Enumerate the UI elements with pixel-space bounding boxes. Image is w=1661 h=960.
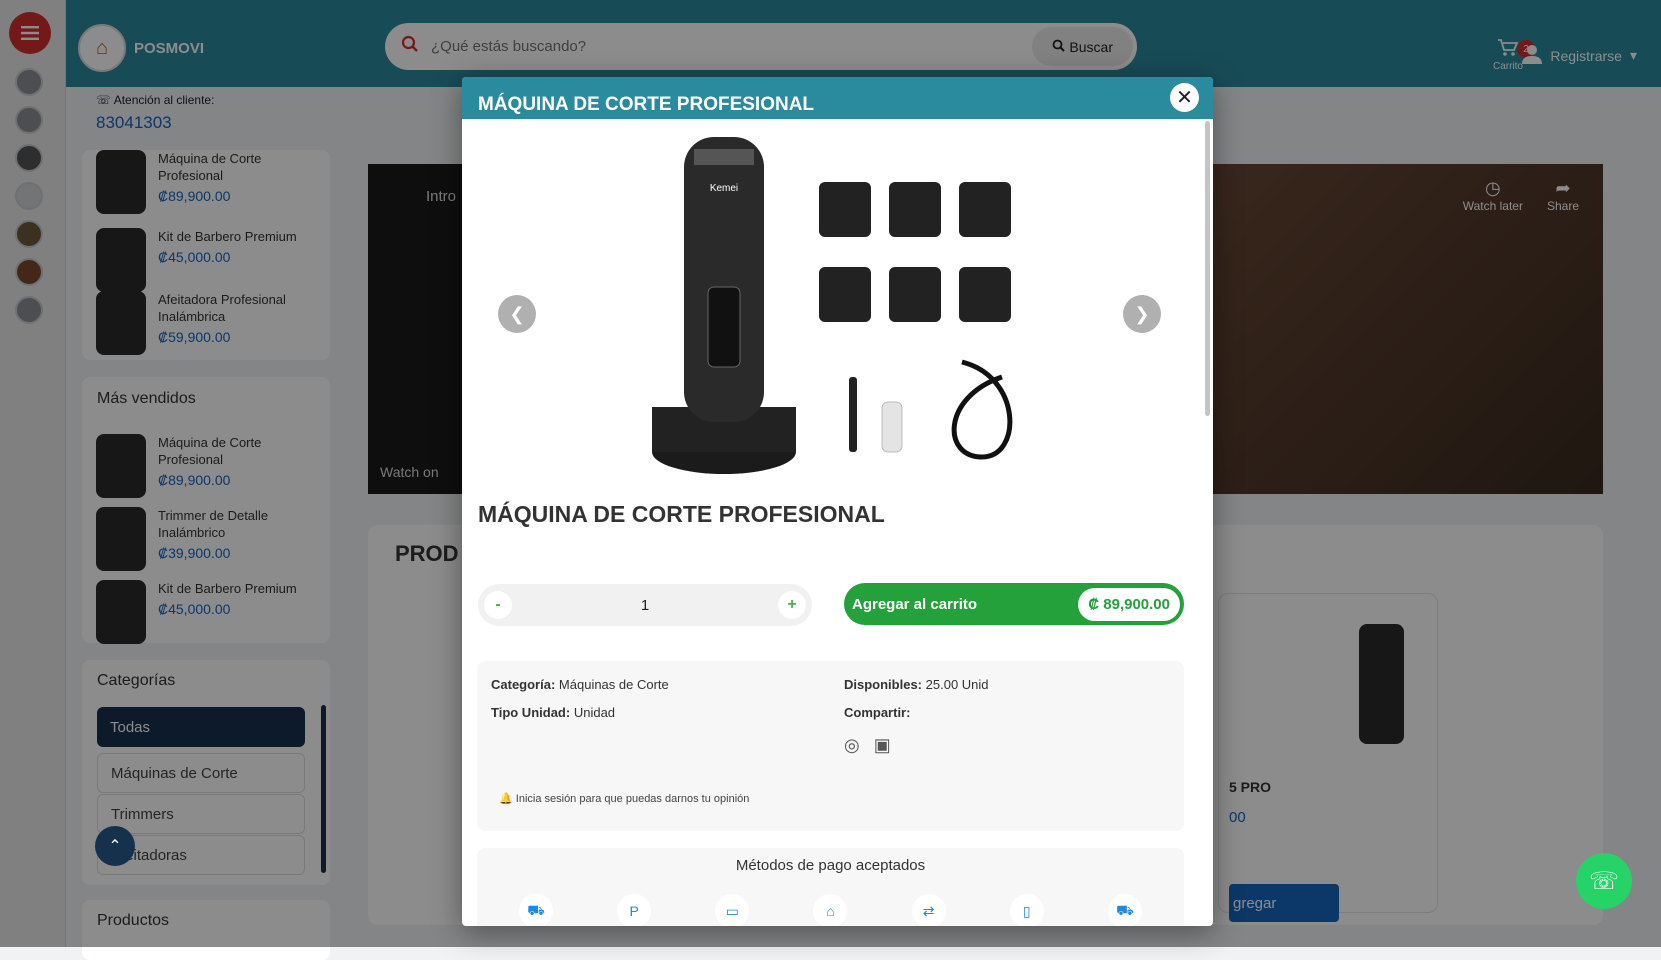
mobile-payment-icon: ▯ xyxy=(1009,894,1044,926)
quantity-stepper: - 1 + xyxy=(478,584,812,626)
stock-label: Disponibles: xyxy=(844,677,923,692)
stock-field: Disponibles: 25.00 Unid xyxy=(844,677,989,692)
close-icon[interactable]: ✕ xyxy=(1170,83,1199,112)
product-image-carousel: ❮ ❯ Kemei xyxy=(462,127,1204,492)
share-label-text: Compartir: xyxy=(844,705,911,720)
login-note: 🔔 Inicia sesión para que puedas darnos t… xyxy=(499,792,749,805)
payment-icons: ⛟ P ▭ ⌂ ⇄ ▯ ⛟ xyxy=(477,894,1184,926)
decrement-button[interactable]: - xyxy=(484,591,512,619)
payment-title: Métodos de pago aceptados xyxy=(735,857,926,874)
share-field: Compartir: xyxy=(844,705,910,720)
product-image: Kemei xyxy=(652,137,1013,474)
bank-icon: ⌂ xyxy=(813,894,848,926)
modal-scrollbar[interactable] xyxy=(1205,121,1210,416)
cash-on-delivery-icon: ⛟ xyxy=(1107,894,1142,926)
image-brand-text: Kemei xyxy=(710,183,738,194)
delivery-truck-icon: ⛟ xyxy=(519,894,554,926)
price-pill: ₡ 89,900.00 xyxy=(1078,587,1180,621)
payment-methods: Métodos de pago aceptados ⛟ P ▭ ⌂ ⇄ ▯ ⛟ xyxy=(477,848,1184,926)
scroll-to-top-icon[interactable]: ⌃ xyxy=(95,826,135,866)
category-value: Máquinas de Corte xyxy=(558,677,669,692)
product-modal: MÁQUINA DE CORTE PROFESIONAL ✕ ❮ ❯ Kemei xyxy=(462,77,1213,926)
paypal-icon: P xyxy=(617,894,652,926)
credit-card-icon: ▭ xyxy=(715,894,750,926)
whatsapp-float-icon[interactable]: ☏ xyxy=(1576,853,1632,909)
quantity-value[interactable]: 1 xyxy=(641,597,649,614)
login-note-text: Inicia sesión para que puedas darnos tu … xyxy=(515,793,750,805)
category-label: Categoría: xyxy=(491,677,556,692)
transfer-icon: ⇄ xyxy=(911,894,946,926)
app-shell: ⌂ POSMOVI Buscar 2 Carrito xyxy=(0,0,1661,960)
unit-type-value: Unidad xyxy=(573,705,616,720)
add-to-cart-button[interactable]: Agregar al carrito ₡ 89,900.00 xyxy=(844,583,1184,625)
share-icons: ◎ ▣ xyxy=(844,735,891,756)
modal-title: MÁQUINA DE CORTE PROFESIONAL xyxy=(478,94,815,115)
facebook-icon[interactable]: ▣ xyxy=(874,735,891,756)
increment-button[interactable]: + xyxy=(778,591,806,619)
add-to-cart-label: Agregar al carrito xyxy=(852,595,978,613)
product-title: MÁQUINA DE CORTE PROFESIONAL xyxy=(478,501,885,527)
stock-value: 25.00 Unid xyxy=(925,677,989,692)
carousel-prev-icon[interactable]: ❮ xyxy=(498,295,536,333)
product-details: Categoría: Máquinas de Corte Tipo Unidad… xyxy=(477,661,1184,831)
carousel-next-icon[interactable]: ❯ xyxy=(1123,295,1161,333)
unit-type-field: Tipo Unidad: Unidad xyxy=(491,705,615,720)
whatsapp-icon[interactable]: ◎ xyxy=(844,735,860,756)
category-field: Categoría: Máquinas de Corte xyxy=(491,677,669,692)
unit-type-label: Tipo Unidad: xyxy=(491,705,571,720)
bell-icon: 🔔 xyxy=(499,793,513,805)
modal-header: MÁQUINA DE CORTE PROFESIONAL xyxy=(462,77,1213,119)
